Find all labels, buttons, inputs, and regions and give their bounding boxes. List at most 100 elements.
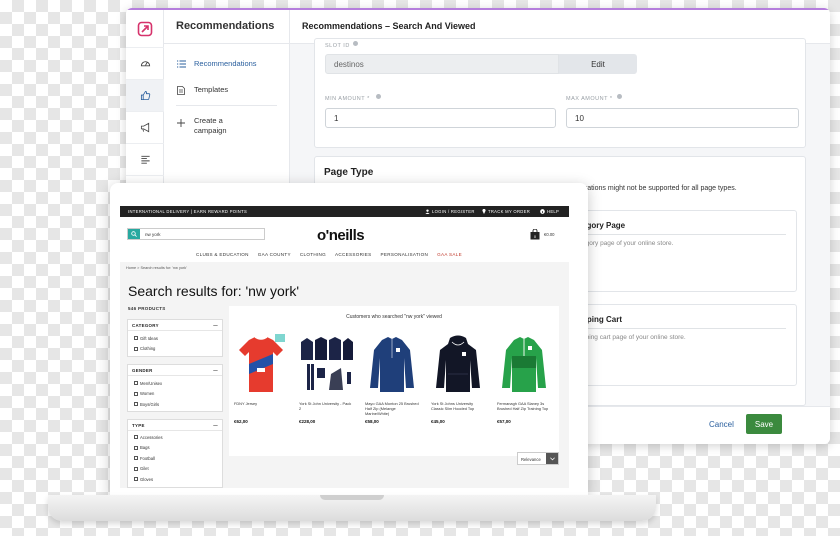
track-order-link[interactable]: TRACK MY ORDER bbox=[482, 209, 530, 215]
product-price: €45,00 bbox=[431, 419, 445, 424]
filter-header[interactable]: GENDER — bbox=[128, 365, 222, 376]
align-icon bbox=[140, 155, 150, 164]
document-icon bbox=[177, 86, 185, 95]
checkbox[interactable] bbox=[134, 402, 138, 407]
login-link[interactable]: LOGIN / REGISTER bbox=[425, 209, 475, 215]
max-amount-field[interactable]: 10 bbox=[566, 108, 799, 128]
cart-total: €0.00 bbox=[544, 232, 555, 237]
settings-card: SLOT ID destinos Edit MIN AMOUNT * 1 MAX… bbox=[314, 38, 806, 148]
filter-option[interactable]: Football bbox=[128, 453, 222, 464]
shop-search-input[interactable]: nw york bbox=[127, 228, 265, 240]
info-icon bbox=[540, 209, 545, 215]
collapse-icon: — bbox=[213, 323, 218, 328]
slot-id-label: SLOT ID bbox=[325, 43, 350, 49]
filter-option[interactable]: Women bbox=[128, 389, 222, 400]
filter-header[interactable]: CATEGORY — bbox=[128, 320, 222, 331]
rail-campaigns[interactable] bbox=[126, 112, 164, 144]
filter-option-label: Boys/Girls bbox=[140, 401, 160, 407]
info-icon bbox=[353, 41, 358, 46]
app-logo[interactable] bbox=[126, 10, 164, 48]
nav-personalisation[interactable]: PERSONALISATION bbox=[381, 252, 429, 257]
product-card[interactable]: York St John University - Pack 2 €228,00 bbox=[299, 332, 353, 424]
megaphone-icon bbox=[140, 122, 149, 133]
cart-button[interactable]: 0 €0.00 bbox=[530, 229, 554, 240]
subnav-title: Recommendations bbox=[164, 10, 289, 44]
nav-clubs[interactable]: CLUBS & EDUCATION bbox=[196, 252, 249, 257]
product-card[interactable]: FDNY Jersey €62,00 bbox=[234, 332, 288, 424]
chevron-down-icon bbox=[549, 456, 555, 460]
checkbox[interactable] bbox=[134, 391, 138, 396]
filter-option[interactable]: Boys/Girls bbox=[128, 399, 222, 410]
nav-gaa-county[interactable]: GAA COUNTY bbox=[258, 252, 291, 257]
shop-main-nav: CLUBS & EDUCATION GAA COUNTY CLOTHING AC… bbox=[196, 252, 462, 257]
max-amount-label: MAX AMOUNT * bbox=[566, 96, 613, 102]
edit-button[interactable]: Edit bbox=[559, 54, 637, 74]
sort-select[interactable]: Relevance bbox=[517, 452, 559, 465]
search-icon bbox=[131, 231, 137, 237]
filter-option[interactable]: Gift Ideas bbox=[128, 333, 222, 344]
checkbox[interactable] bbox=[134, 435, 138, 440]
product-image[interactable] bbox=[497, 332, 551, 396]
product-image[interactable] bbox=[234, 332, 288, 396]
product-price: €62,00 bbox=[234, 419, 248, 424]
product-card[interactable]: York St Johns University Classic Slim Ho… bbox=[431, 332, 485, 424]
product-image[interactable] bbox=[431, 332, 485, 396]
subnav-item-label: Templates bbox=[194, 85, 229, 94]
shop-logo[interactable]: o'neills bbox=[317, 227, 365, 244]
filter-option-label: Clothing bbox=[140, 346, 156, 352]
subnav-item-templates[interactable]: Templates bbox=[164, 85, 289, 95]
shopping-bag-icon: 0 bbox=[530, 229, 540, 240]
option-description: egory page of your online store. bbox=[582, 240, 674, 247]
filter-option[interactable]: Bags bbox=[128, 443, 222, 454]
rail-dashboard[interactable] bbox=[126, 48, 164, 80]
nav-clothing[interactable]: CLOTHING bbox=[300, 252, 326, 257]
filter-option[interactable]: Accessories bbox=[128, 432, 222, 443]
rail-recommendations[interactable] bbox=[126, 80, 164, 112]
filter-option[interactable]: Men/Unisex bbox=[128, 378, 222, 389]
page-type-note: urations might not be supported for all … bbox=[581, 185, 737, 192]
slot-id-field[interactable]: destinos bbox=[325, 54, 559, 74]
nav-accessories[interactable]: ACCESSORIES bbox=[335, 252, 372, 257]
nav-gaa-sale[interactable]: GAA SALE bbox=[437, 252, 462, 257]
list-icon bbox=[176, 60, 186, 68]
kit-pack-icon bbox=[301, 337, 353, 390]
filter-type: TYPE — Accessories Bags Football Gilet Gl… bbox=[127, 419, 223, 488]
checkbox[interactable] bbox=[134, 466, 138, 471]
product-card[interactable]: Fermanagh GAA Slaney 3s Brushed Half Zip… bbox=[497, 332, 551, 424]
page-type-option-cart[interactable]: pping Cart pping cart page of your onlin… bbox=[577, 304, 797, 386]
checkbox[interactable] bbox=[134, 346, 138, 351]
checkbox[interactable] bbox=[134, 336, 138, 341]
logo-icon bbox=[137, 21, 153, 36]
help-label: HELP bbox=[547, 209, 560, 215]
subnav-item-recommendations[interactable]: Recommendations bbox=[164, 59, 289, 68]
filter-option-label: Football bbox=[140, 455, 155, 461]
filter-option[interactable]: Gloves bbox=[128, 474, 222, 485]
hoodie-icon bbox=[436, 335, 480, 392]
filter-header[interactable]: TYPE — bbox=[128, 420, 222, 431]
product-card[interactable]: Mayo GAA Monton 25 Brushed Half Zip (Mel… bbox=[365, 332, 419, 424]
checkbox[interactable] bbox=[134, 456, 138, 461]
filter-option[interactable]: Gilet bbox=[128, 464, 222, 475]
min-amount-field[interactable]: 1 bbox=[325, 108, 556, 128]
help-link[interactable]: HELP bbox=[540, 209, 559, 214]
save-button[interactable]: Save bbox=[746, 414, 782, 434]
filter-option-label: Gloves bbox=[140, 476, 154, 482]
page-type-option-category[interactable]: egory Page egory page of your online sto… bbox=[577, 210, 797, 292]
checkbox[interactable] bbox=[134, 477, 138, 482]
subnav-item-create-campaign[interactable]: Create a campaign bbox=[164, 116, 289, 136]
collapse-icon: — bbox=[213, 368, 218, 373]
sort-dropdown-button[interactable] bbox=[546, 453, 558, 464]
subnav-item-label: Recommendations bbox=[194, 59, 257, 68]
subnav-divider bbox=[176, 105, 277, 106]
checkbox[interactable] bbox=[134, 445, 138, 450]
checkbox[interactable] bbox=[134, 381, 138, 386]
login-label: LOGIN / REGISTER bbox=[432, 209, 475, 215]
product-image[interactable] bbox=[299, 332, 353, 396]
filter-option[interactable]: Clothing bbox=[128, 344, 222, 355]
product-name: Mayo GAA Monton 25 Brushed Half Zip (Mel… bbox=[365, 401, 419, 417]
cancel-button[interactable]: Cancel bbox=[709, 420, 734, 429]
rail-content[interactable] bbox=[126, 144, 164, 176]
product-image[interactable] bbox=[365, 332, 419, 396]
search-button[interactable] bbox=[128, 229, 140, 239]
filter-option-label: Gift Ideas bbox=[140, 335, 158, 341]
